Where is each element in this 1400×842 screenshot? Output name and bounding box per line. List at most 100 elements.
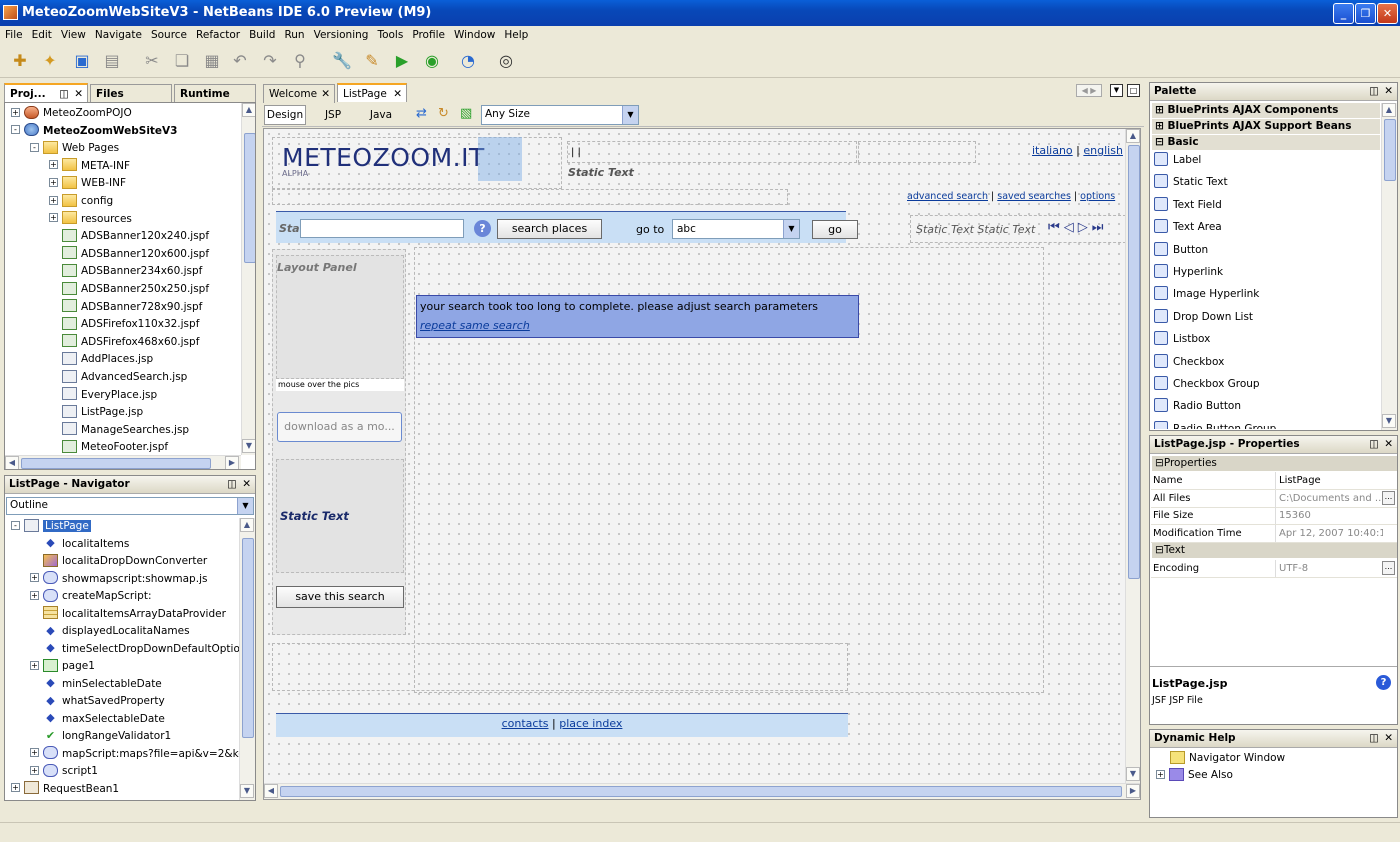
stop-icon[interactable]: ◎ (494, 49, 518, 73)
menu-help[interactable]: Help (499, 26, 532, 43)
search-input[interactable] (300, 219, 464, 238)
navigator-item[interactable]: - ListPage (11, 518, 91, 535)
navigator-item[interactable]: + RequestBean1 (11, 781, 119, 798)
property-row[interactable]: All Files C:\Documents and ...... (1151, 489, 1397, 508)
palette-category-blueprints-beans[interactable]: ⊞ BluePrints AJAX Support Beans (1152, 119, 1380, 134)
collapse-icon[interactable]: - (30, 142, 39, 152)
navigator-item[interactable]: + showmapscript:showmap.js (30, 571, 207, 588)
ellipsis-button[interactable]: ... (1382, 490, 1395, 505)
tab-listpage[interactable]: ListPage ✕ (337, 83, 407, 102)
palette-item[interactable]: Drop Down List (1154, 306, 1253, 328)
repeat-search-link[interactable]: repeat same search (420, 319, 530, 332)
project-item[interactable]: AdvancedSearch.jsp (49, 369, 187, 386)
close-icon[interactable]: ✕ (1384, 436, 1393, 453)
redo-icon[interactable]: ↷ (258, 49, 282, 73)
debug-icon[interactable]: ◉ (420, 49, 444, 73)
tab-projects[interactable]: Proj... ◫ ✕ (4, 83, 88, 102)
menu-run[interactable]: Run (279, 26, 308, 43)
project-item[interactable]: ADSBanner728x90.jspf (49, 299, 202, 316)
project-item[interactable]: - Web Pages (30, 140, 119, 157)
navigator-item[interactable]: ◆ minSelectableDate (30, 676, 162, 693)
goto-select[interactable]: abc ▼ (672, 219, 800, 239)
help-icon[interactable]: ? (1376, 675, 1391, 690)
project-item[interactable]: ADSBanner120x600.jspf (49, 246, 209, 263)
navigator-view-select[interactable]: Outline ▼ (6, 497, 254, 515)
java-view-button[interactable]: Java (362, 106, 400, 124)
navigator-item[interactable]: localitaDropDownConverter (30, 553, 207, 570)
designer-hscrollbar[interactable]: ◀ ▶ (264, 783, 1140, 799)
build-icon[interactable]: 🔧 (330, 49, 354, 73)
design-view-button[interactable]: Design (264, 105, 306, 125)
palette-item[interactable]: Label (1154, 149, 1201, 171)
menu-view[interactable]: View (56, 26, 90, 43)
go-button[interactable]: go (812, 220, 858, 239)
find-icon[interactable]: ⚲ (288, 49, 312, 73)
menu-versioning[interactable]: Versioning (309, 26, 373, 43)
profile-icon[interactable]: ◔ (456, 49, 480, 73)
property-row[interactable]: Name ListPage (1151, 472, 1397, 490)
expand-icon[interactable]: + (49, 160, 58, 170)
expand-icon[interactable]: + (30, 590, 39, 600)
palette-item[interactable]: Radio Button (1154, 395, 1241, 417)
previous-page-icon[interactable]: ◁ (1064, 220, 1078, 235)
expand-icon[interactable]: + (49, 195, 58, 205)
property-row[interactable]: File Size 15360 (1151, 507, 1397, 526)
navigator-item[interactable]: + createMapScript: (30, 588, 151, 605)
palette-item[interactable]: Text Area (1154, 216, 1222, 238)
palette-item[interactable]: Hyperlink (1154, 261, 1223, 283)
property-row[interactable]: Modification Time Apr 12, 2007 10:40:10..… (1151, 524, 1397, 543)
options-link[interactable]: options (1080, 191, 1115, 202)
navigator-item[interactable]: + mapScript:maps?file=api&v=2&key= (30, 746, 239, 763)
expand-icon[interactable]: + (30, 765, 39, 775)
preview-browser-icon[interactable]: ⇄ (416, 106, 432, 122)
expand-icon[interactable]: + (30, 573, 39, 582)
project-item[interactable]: + WEB-INF (49, 175, 126, 192)
collapse-icon[interactable]: - (11, 520, 20, 530)
saved-searches-link[interactable]: saved searches (997, 191, 1071, 202)
tab-runtime[interactable]: Runtime (174, 84, 256, 103)
save-search-button[interactable]: save this search (276, 586, 404, 608)
projects-vscrollbar[interactable]: ▲ ▼ (241, 103, 255, 455)
navigator-item[interactable]: ✔ longRangeValidator1 (30, 728, 171, 745)
search-places-button[interactable]: search places (497, 219, 602, 239)
collapse-icon[interactable]: - (11, 125, 20, 135)
menu-refactor[interactable]: Refactor (191, 26, 244, 43)
paste-icon[interactable]: ▦ (200, 49, 224, 73)
project-item[interactable]: ADSFirefox110x32.jspf (49, 316, 199, 333)
next-page-icon[interactable]: ▷ (1078, 220, 1092, 235)
copy-icon[interactable]: ❏ (170, 49, 194, 73)
project-item[interactable]: ADSFirefox468x60.jspf (49, 334, 199, 351)
project-item[interactable]: MeteoFooter.jspf (49, 439, 168, 453)
menu-profile[interactable]: Profile (407, 26, 449, 43)
close-icon[interactable]: ✕ (1384, 730, 1393, 747)
designer-vscrollbar[interactable]: ▲ ▼ (1125, 129, 1140, 783)
close-icon[interactable]: ✕ (393, 85, 402, 103)
navigator-item[interactable]: ◆ displayedLocalitaNames (30, 623, 189, 640)
navigator-item[interactable]: localitaItemsArrayDataProvider (30, 606, 226, 623)
palette-item[interactable]: Static Text (1154, 171, 1228, 193)
palette-category-blueprints-components[interactable]: ⊞ BluePrints AJAX Components (1152, 103, 1380, 118)
palette-item[interactable]: Text Field (1154, 194, 1222, 216)
minimize-button[interactable]: _ (1333, 3, 1354, 24)
encoding-row[interactable]: Encoding UTF-8 ... (1151, 560, 1397, 578)
navigator-vscrollbar[interactable]: ▲ ▼ (239, 518, 255, 800)
tab-welcome[interactable]: Welcome ✕ (263, 84, 335, 103)
navigator-item[interactable]: ◆ whatSavedProperty (30, 693, 164, 710)
expand-icon[interactable]: + (49, 213, 58, 223)
help-item-see-also[interactable]: + See Also (1156, 767, 1233, 784)
close-icon[interactable]: ✕ (321, 85, 330, 103)
expand-icon[interactable]: + (49, 177, 58, 187)
clean-build-icon[interactable]: ✎ (360, 49, 384, 73)
project-item[interactable]: + MeteoZoomPOJO (11, 105, 132, 122)
palette-item[interactable]: Radio Button Group (1154, 418, 1276, 429)
contacts-link[interactable]: contacts (502, 717, 549, 730)
italiano-link[interactable]: italiano (1032, 144, 1073, 157)
menu-edit[interactable]: Edit (27, 26, 56, 43)
restore-button[interactable]: ❐ (1355, 3, 1376, 24)
cut-icon[interactable]: ✂ (140, 49, 164, 73)
menu-window[interactable]: Window (449, 26, 499, 43)
navigator-item[interactable]: ◆ timeSelectDropDownDefaultOptions (30, 641, 239, 658)
ellipsis-button[interactable]: ... (1382, 561, 1395, 575)
place-index-link[interactable]: place index (559, 717, 622, 730)
navigator-item[interactable]: ◆ localitaItems (30, 536, 129, 553)
